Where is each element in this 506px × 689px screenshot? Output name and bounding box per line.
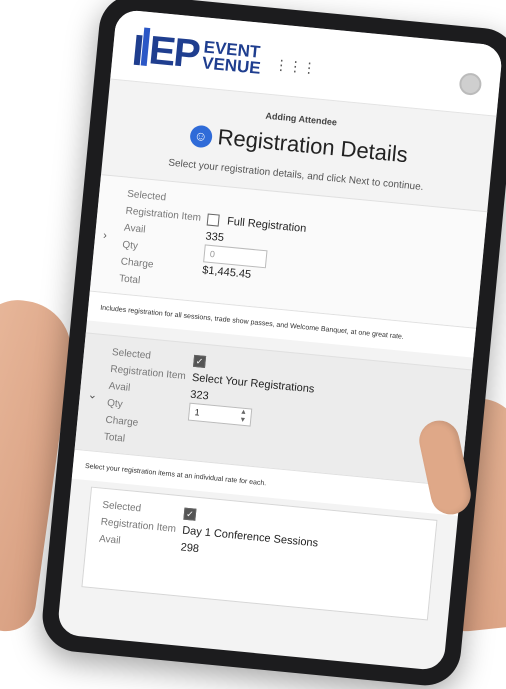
tablet-screen: EP EVENT VENUE ⋮⋮⋮ Adding Attendee ☺ Regi… xyxy=(56,8,504,672)
user-circle-icon: ☺ xyxy=(188,124,213,149)
avail-value: 298 xyxy=(180,540,200,555)
logo-word-venue: VENUE xyxy=(201,53,262,78)
logo-text: EVENT VENUE xyxy=(201,37,262,78)
qty-value: 1 xyxy=(194,406,201,418)
stepper-arrows-icon[interactable]: ▲ ▼ xyxy=(239,408,247,425)
select-checkbox[interactable]: ✓ xyxy=(193,354,207,368)
logo-letters: EP xyxy=(147,28,201,77)
logo-mark: EP xyxy=(133,25,200,77)
avail-value: 323 xyxy=(189,388,210,402)
select-checkbox[interactable] xyxy=(206,212,220,227)
select-checkbox[interactable]: ✓ xyxy=(183,507,197,521)
grid-icon[interactable]: ⋮⋮⋮ xyxy=(274,56,317,77)
tablet-device: EP EVENT VENUE ⋮⋮⋮ Adding Attendee ☺ Regi… xyxy=(39,0,506,689)
charge-value: $1,445.45 xyxy=(201,263,252,281)
ep-event-venue-logo[interactable]: EP EVENT VENUE xyxy=(133,25,264,78)
avail-value: 335 xyxy=(205,229,225,244)
chevron-right-icon[interactable]: › xyxy=(103,230,108,242)
chevron-down-icon[interactable]: ⌄ xyxy=(87,388,97,402)
user-avatar-icon[interactable] xyxy=(458,72,483,97)
